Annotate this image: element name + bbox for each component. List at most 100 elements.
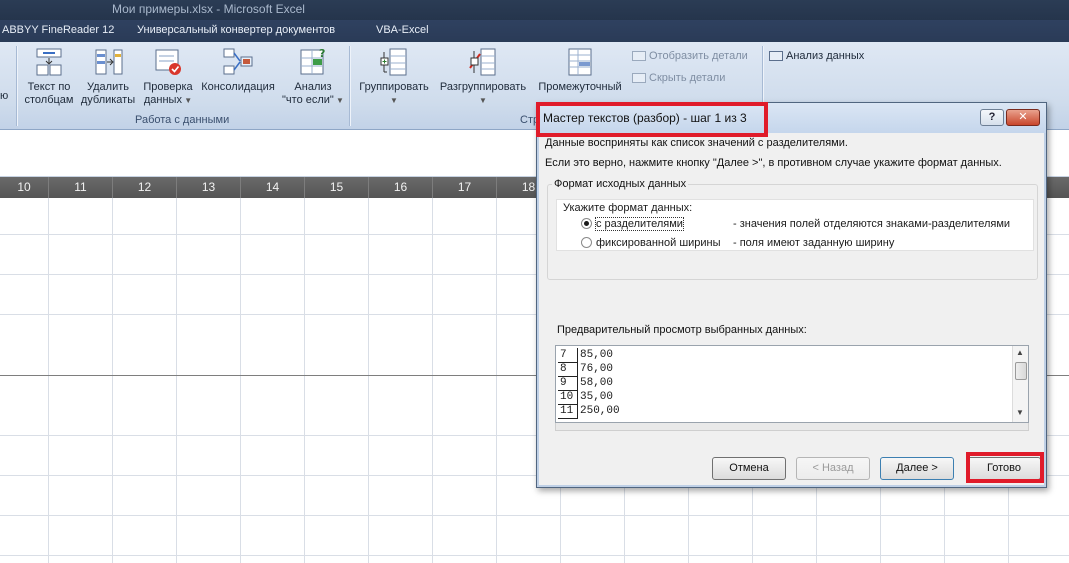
hide-detail-label: Скрыть детали bbox=[649, 72, 726, 84]
column-header[interactable]: 10 bbox=[0, 177, 49, 198]
grid-line bbox=[496, 198, 497, 563]
dropdown-caret-icon: ▼ bbox=[181, 96, 193, 105]
group-label: Группировать bbox=[359, 81, 429, 93]
show-detail-label: Отобразить детали bbox=[649, 50, 748, 62]
dialog-body: Данные восприняты как список значений с … bbox=[539, 133, 1044, 485]
finish-button[interactable]: Готово bbox=[967, 457, 1041, 480]
data-validation-button[interactable]: Проверка данных ▼ bbox=[140, 46, 196, 107]
remove-duplicates-label-1: Удалить bbox=[87, 81, 129, 93]
column-header[interactable]: 14 bbox=[241, 177, 305, 198]
close-button[interactable]: ✕ bbox=[1006, 109, 1040, 126]
group-icon bbox=[378, 46, 410, 78]
subtotal-label: Промежуточный bbox=[538, 81, 622, 93]
scroll-down-icon[interactable]: ▼ bbox=[1016, 408, 1024, 417]
dialog-title: Мастер текстов (разбор) - шаг 1 из 3 bbox=[543, 111, 747, 125]
text-to-columns-icon bbox=[33, 46, 65, 78]
remove-duplicates-label-2: дубликаты bbox=[80, 94, 136, 106]
group-label-data-tools: Работа с данными bbox=[135, 114, 230, 126]
preview-row: 8 76,00 bbox=[558, 362, 614, 377]
svg-text:?: ? bbox=[319, 47, 325, 60]
consolidate-label: Консолидация bbox=[201, 81, 275, 93]
help-button[interactable]: ? bbox=[980, 109, 1004, 126]
grid-line bbox=[48, 198, 49, 563]
source-format-group: Формат исходных данных Укажите формат да… bbox=[547, 178, 1038, 280]
scrollbar-thumb[interactable] bbox=[1015, 362, 1027, 380]
text-to-columns-label-1: Текст по bbox=[27, 81, 71, 93]
hide-detail-button[interactable]: Скрыть детали bbox=[632, 72, 725, 84]
what-if-analysis-icon: ? bbox=[297, 46, 329, 78]
dialog-title-bar[interactable]: Мастер текстов (разбор) - шаг 1 из 3 ? ✕ bbox=[537, 103, 1046, 133]
subtotal-button[interactable]: Промежуточный bbox=[534, 46, 626, 94]
ribbon-partial-label: ю bbox=[0, 90, 9, 102]
grid-line bbox=[176, 198, 177, 563]
preview-label: Предварительный просмотр выбранных данны… bbox=[557, 324, 807, 336]
radio-button-icon[interactable] bbox=[581, 237, 592, 248]
hide-detail-icon bbox=[632, 73, 646, 84]
data-validation-label-1: Проверка bbox=[143, 81, 193, 93]
preview-row: 11 250,00 bbox=[558, 404, 620, 419]
consolidate-button[interactable]: Консолидация bbox=[199, 46, 277, 94]
window-title-bar: Мои примеры.xlsx - Microsoft Excel bbox=[0, 0, 1069, 20]
remove-duplicates-button[interactable]: Удалить дубликаты bbox=[79, 46, 137, 107]
radio-delimited-description: - значения полей отделяются знаками-разд… bbox=[733, 218, 1011, 230]
radio-fixed-width-label[interactable]: фиксированной ширины bbox=[596, 237, 721, 249]
radio-fixed-width[interactable]: фиксированной ширины bbox=[581, 237, 721, 249]
cancel-button[interactable]: Отмена bbox=[712, 457, 786, 480]
grid-line bbox=[0, 515, 1069, 516]
data-preview-box[interactable]: 7 85,00 8 76,00 9 58,00 10 35,00 11 250,00 ▲ … bbox=[555, 345, 1029, 423]
what-if-analysis-button[interactable]: ? Анализ "что если" ▼ bbox=[281, 46, 345, 107]
dropdown-caret-icon: ▼ bbox=[390, 96, 398, 105]
column-header[interactable]: 17 bbox=[433, 177, 497, 198]
dialog-info-line-1: Данные восприняты как список значений с … bbox=[545, 137, 848, 149]
tab-abbyy[interactable]: ABBYY FineReader 12 bbox=[2, 24, 114, 36]
data-analysis-icon bbox=[769, 51, 783, 62]
column-header[interactable]: 13 bbox=[177, 177, 241, 198]
show-detail-icon bbox=[632, 51, 646, 62]
grid-line bbox=[432, 198, 433, 563]
data-validation-icon bbox=[152, 46, 184, 78]
scroll-up-icon[interactable]: ▲ bbox=[1016, 348, 1024, 357]
back-button[interactable]: < Назад bbox=[796, 457, 870, 480]
column-header[interactable]: 11 bbox=[49, 177, 113, 198]
group-button[interactable]: Группировать ▼ bbox=[355, 46, 433, 107]
radio-fixed-width-description: - поля имеют заданную ширину bbox=[733, 237, 895, 249]
ungroup-label: Разгруппировать bbox=[439, 81, 527, 93]
column-header[interactable]: 15 bbox=[305, 177, 369, 198]
text-to-columns-label-2: столбцам bbox=[24, 94, 74, 106]
window-title: Мои примеры.xlsx - Microsoft Excel bbox=[112, 2, 305, 16]
next-button[interactable]: Далее > bbox=[880, 457, 954, 480]
ungroup-button[interactable]: Разгруппировать ▼ bbox=[435, 46, 531, 107]
radio-delimited[interactable]: с разделителями bbox=[581, 217, 684, 231]
grid-line bbox=[304, 198, 305, 563]
subtotal-icon bbox=[564, 46, 596, 78]
column-header[interactable]: 12 bbox=[113, 177, 177, 198]
preview-row: 7 85,00 bbox=[558, 348, 614, 363]
dialog-info-line-2: Если это верно, нажмите кнопку "Далее >"… bbox=[545, 157, 1002, 169]
ribbon-tab-strip: ABBYY FineReader 12 Универсальный конвер… bbox=[0, 20, 1069, 42]
data-validation-label-2: данных bbox=[143, 94, 182, 106]
ungroup-icon bbox=[467, 46, 499, 78]
preview-vertical-scrollbar[interactable]: ▲ ▼ bbox=[1012, 346, 1028, 422]
grid-line bbox=[240, 198, 241, 563]
radio-delimited-label[interactable]: с разделителями bbox=[595, 217, 684, 231]
data-analysis-button[interactable]: Анализ данных bbox=[769, 50, 864, 62]
format-prompt: Укажите формат данных: bbox=[563, 202, 693, 214]
show-detail-button[interactable]: Отобразить детали bbox=[632, 50, 748, 62]
radio-button-icon[interactable] bbox=[581, 218, 592, 229]
data-analysis-label: Анализ данных bbox=[786, 50, 865, 62]
grid-line bbox=[112, 198, 113, 563]
preview-horizontal-scrollbar[interactable] bbox=[555, 423, 1029, 431]
column-header[interactable]: 16 bbox=[369, 177, 433, 198]
format-options-panel: Укажите формат данных: с разделителями -… bbox=[556, 199, 1034, 251]
text-import-wizard-dialog: Мастер текстов (разбор) - шаг 1 из 3 ? ✕… bbox=[536, 102, 1047, 488]
text-to-columns-button[interactable]: Текст по столбцам bbox=[24, 46, 74, 107]
what-if-label-2: "что если" bbox=[282, 94, 334, 106]
group-separator bbox=[16, 46, 17, 126]
tab-vba-excel[interactable]: VBA-Excel bbox=[376, 24, 429, 36]
preview-row: 9 58,00 bbox=[558, 376, 614, 391]
group-separator bbox=[349, 46, 350, 126]
grid-line bbox=[368, 198, 369, 563]
tab-universal-converter[interactable]: Универсальный конвертер документов bbox=[137, 24, 335, 36]
dropdown-caret-icon: ▼ bbox=[479, 96, 487, 105]
source-format-group-title: Формат исходных данных bbox=[552, 178, 689, 190]
